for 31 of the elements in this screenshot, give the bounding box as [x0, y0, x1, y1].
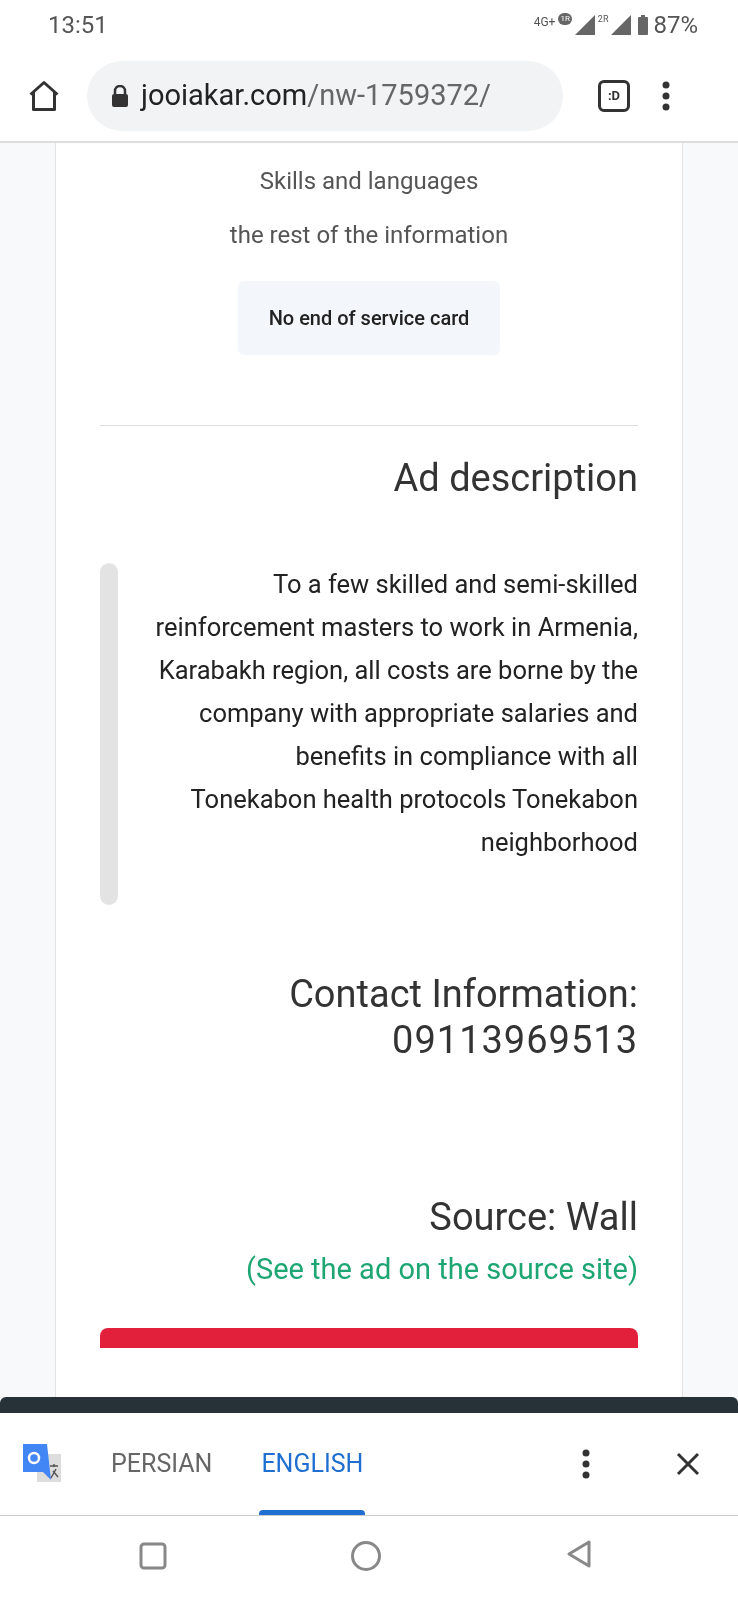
- signal-icon: [574, 15, 595, 35]
- description-text: To a few skilled and semi-skilled reinforcement masters to work in Armenia, Karabakh region, all costs are borne by the company with appropriate salaries and benefits in compliance with all: [154, 568, 638, 773]
- battery-icon: [638, 15, 649, 35]
- action-button[interactable]: [100, 1327, 638, 1348]
- sim-label: 1R: [558, 13, 572, 25]
- status-time: 13:51: [48, 10, 108, 41]
- lock-icon: [111, 84, 129, 107]
- contact-phone: 09113969513: [392, 1017, 638, 1063]
- battery-level: 87%: [653, 10, 698, 41]
- description-text: Tonekabon health protocols Tonekabon neighborhood: [189, 783, 638, 859]
- section-heading: Ad description: [393, 455, 638, 502]
- close-icon[interactable]: [676, 1452, 700, 1476]
- back-icon[interactable]: [566, 1539, 592, 1569]
- more-icon[interactable]: [582, 1449, 590, 1479]
- signal-icon: [611, 15, 632, 35]
- address-bar[interactable]: jooiakar.com/nw-1759372/: [87, 60, 563, 131]
- tab-switcher[interactable]: :D: [598, 79, 630, 112]
- source-text: Source: Wall: [429, 1194, 638, 1241]
- section-link[interactable]: the rest of the information: [229, 217, 509, 253]
- section-link[interactable]: Skills and languages: [259, 163, 479, 199]
- language-tab[interactable]: PERSIAN: [109, 1413, 215, 1515]
- info-chip: No end of service card: [238, 281, 500, 355]
- network-type: 4G+: [533, 14, 556, 31]
- menu-icon[interactable]: [662, 80, 670, 111]
- home-button-icon[interactable]: [350, 1540, 382, 1572]
- contact-label: Contact Information:: [289, 971, 638, 1017]
- language-tab[interactable]: ENGLISH: [259, 1413, 366, 1515]
- recents-icon[interactable]: [139, 1542, 167, 1570]
- url-text: jooiakar.com/nw-1759372/: [141, 76, 492, 114]
- sim-label: 2R: [597, 13, 609, 26]
- translate-icon[interactable]: [23, 1444, 63, 1484]
